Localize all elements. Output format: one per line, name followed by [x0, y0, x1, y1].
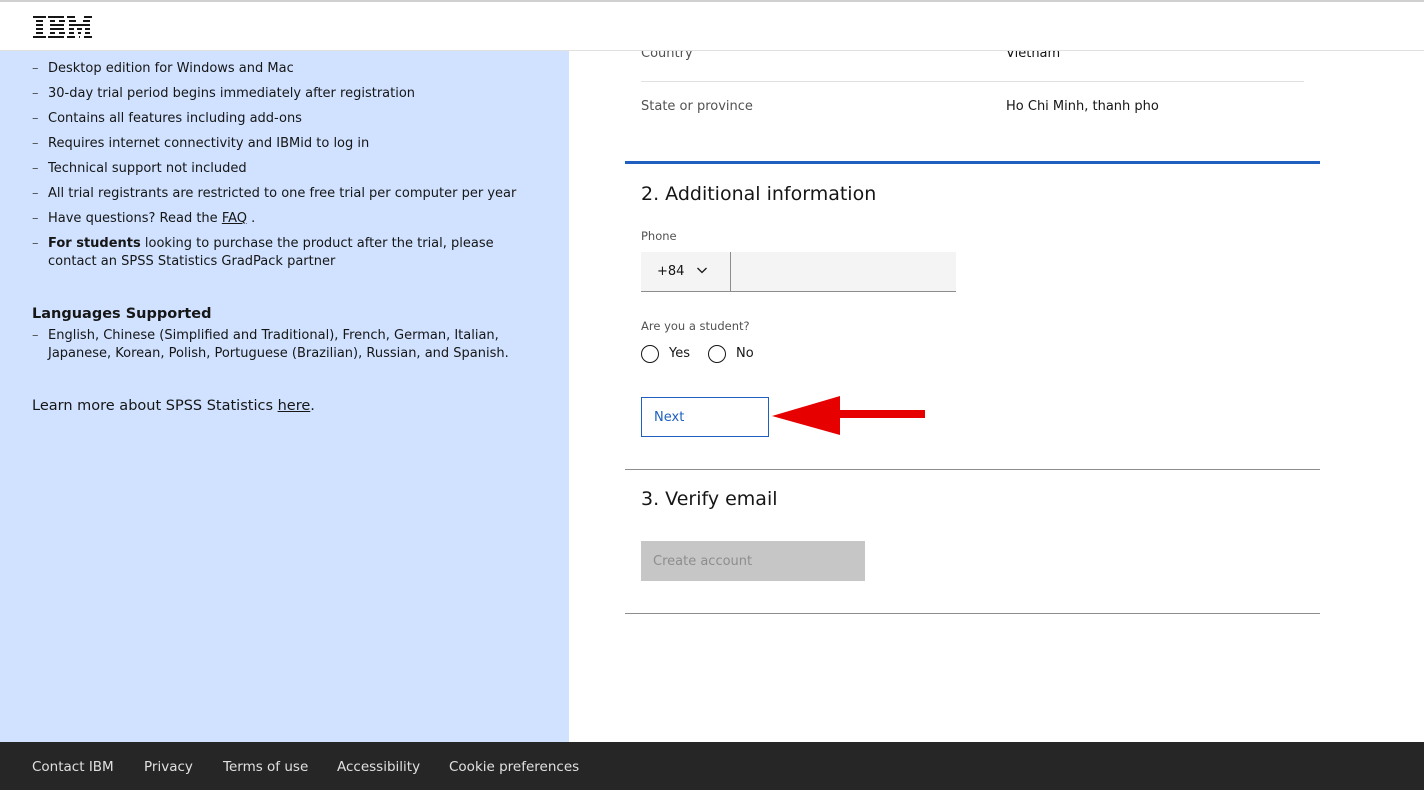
active-section-divider: [625, 161, 1320, 164]
phone-input[interactable]: [732, 252, 956, 291]
product-info-panel: – Desktop edition for Windows and Mac –30…: [0, 51, 569, 742]
dash-bullet: –: [32, 236, 39, 251]
footer-link-cookie-preferences[interactable]: Cookie preferences: [449, 759, 579, 775]
footer-link-contact[interactable]: Contact IBM: [32, 759, 114, 775]
phone-field: +84: [641, 252, 956, 292]
next-button[interactable]: Next: [641, 397, 769, 437]
create-account-button[interactable]: Create account: [641, 541, 865, 581]
footer: Contact IBM Privacy Terms of use Accessi…: [0, 742, 1424, 790]
list-item: – All trial registrants are restricted to…: [32, 185, 522, 203]
radio-circle[interactable]: [641, 345, 659, 363]
footer-link-privacy[interactable]: Privacy: [144, 759, 193, 775]
feature-text: Contains all features including add-ons: [48, 111, 302, 126]
chevron-down-icon: [697, 267, 707, 274]
languages-text-block: – English, Chinese (Simplified and Tradit…: [32, 327, 532, 363]
phone-label: Phone: [641, 229, 677, 243]
feature-text: 30-day trial period begins immediately a…: [48, 86, 416, 101]
dash-bullet: –: [32, 86, 39, 101]
list-item: –30-day trial period begins immediately …: [32, 85, 522, 103]
section-verify-email-title: 3. Verify email: [641, 488, 778, 510]
country-code-value: +84: [657, 264, 685, 279]
red-arrow-annotation: [772, 396, 925, 435]
languages-text: English, Chinese (Simplified and Traditi…: [48, 328, 509, 361]
ibm-logo[interactable]: [33, 15, 93, 43]
feature-text: All trial registrants are restricted to …: [48, 186, 517, 201]
dash-bullet: –: [32, 211, 39, 226]
radio-circle[interactable]: [708, 345, 726, 363]
dash-bullet: –: [32, 186, 39, 201]
radio-yes-label[interactable]: Yes: [669, 346, 690, 361]
row-divider: [641, 81, 1304, 82]
feature-text: Requires internet connectivity and IBMid…: [48, 136, 370, 151]
radio-no-label[interactable]: No: [736, 346, 754, 361]
students-bold: For students: [48, 236, 141, 251]
dash-bullet: –: [32, 136, 39, 151]
faq-prefix: Have questions? Read the: [48, 211, 222, 226]
student-question: Are you a student?: [641, 319, 750, 333]
footer-link-terms[interactable]: Terms of use: [223, 759, 308, 775]
faq-suffix: .: [247, 211, 256, 226]
learn-more-suffix: .: [310, 398, 315, 414]
list-item: – For students looking to purchase the pr…: [32, 235, 522, 271]
list-item: – Requires internet connectivity and IBMi…: [32, 135, 522, 153]
state-value: Ho Chi Minh, thanh pho: [1006, 99, 1159, 114]
dash-bullet: –: [32, 61, 39, 76]
state-row: State or province Ho Chi Minh, thanh pho: [641, 99, 1304, 114]
feature-text: Desktop edition for Windows and Mac: [48, 61, 294, 76]
dash-bullet: –: [32, 328, 39, 343]
state-label: State or province: [641, 99, 753, 114]
section-divider: [625, 613, 1320, 614]
section-divider: [625, 469, 1320, 470]
learn-more-link[interactable]: here: [278, 398, 311, 414]
learn-more-text: Learn more about SPSS Statistics here.: [32, 398, 315, 414]
dash-bullet: –: [32, 161, 39, 176]
registration-form: Country Vietnam State or province Ho Chi…: [569, 46, 1424, 742]
footer-link-accessibility[interactable]: Accessibility: [337, 759, 420, 775]
faq-link[interactable]: FAQ: [222, 211, 247, 226]
feature-text: Technical support not included: [48, 161, 247, 176]
dash-bullet: –: [32, 111, 39, 126]
list-item: – Technical support not included: [32, 160, 522, 178]
country-code-select[interactable]: +84: [641, 252, 731, 291]
list-item: – Contains all features including add-ons: [32, 110, 522, 128]
feature-list: – Desktop edition for Windows and Mac –30…: [32, 60, 522, 278]
top-header: [0, 0, 1424, 51]
list-item: – Have questions? Read the FAQ .: [32, 210, 522, 228]
languages-heading: Languages Supported: [32, 306, 212, 322]
section-additional-info-title: 2. Additional information: [641, 183, 877, 205]
list-item: – Desktop edition for Windows and Mac: [32, 60, 522, 78]
learn-more-prefix: Learn more about SPSS Statistics: [32, 398, 278, 414]
